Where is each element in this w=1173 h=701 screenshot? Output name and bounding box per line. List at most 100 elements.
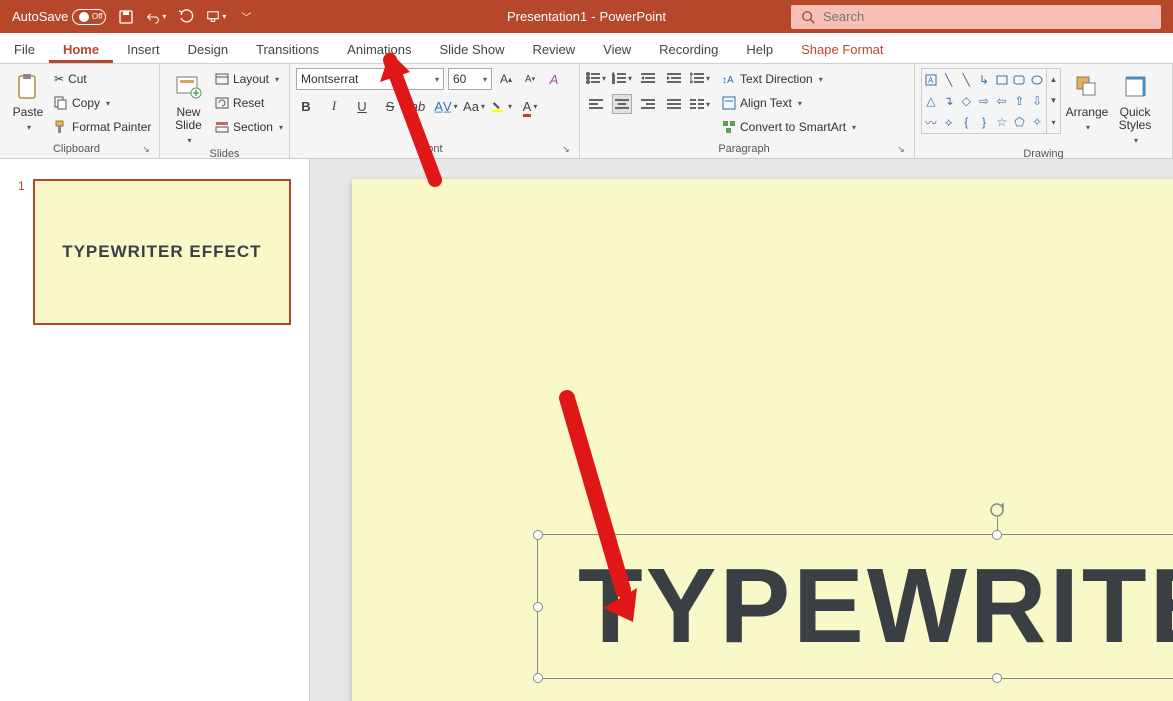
tab-insert[interactable]: Insert: [113, 36, 174, 63]
thumbnail-pane[interactable]: 1 TYPEWRITER EFFECT: [0, 159, 310, 701]
shape-arrowdown-icon[interactable]: ⇩: [1028, 90, 1046, 111]
underline-button[interactable]: U: [352, 96, 372, 116]
paste-button[interactable]: Paste▾: [6, 68, 50, 134]
grow-font-button[interactable]: A▴: [496, 69, 516, 89]
change-case-button[interactable]: Aa▾: [464, 96, 484, 116]
shape-line-icon[interactable]: ╲: [940, 69, 958, 90]
align-right-button[interactable]: [638, 94, 658, 114]
numbering-button[interactable]: 123▾: [612, 68, 632, 88]
font-name-value: Montserrat: [301, 72, 358, 86]
app-name: PowerPoint: [600, 9, 666, 24]
font-size-combo[interactable]: 60▾: [448, 68, 492, 90]
align-left-button[interactable]: [586, 94, 606, 114]
bold-button[interactable]: B: [296, 96, 316, 116]
clipboard-launcher[interactable]: ↘: [139, 142, 153, 156]
handle-tl[interactable]: [533, 530, 543, 540]
line-spacing-button[interactable]: ▾: [690, 68, 710, 88]
shape-rect-icon[interactable]: [993, 69, 1011, 90]
handle-bm[interactable]: [992, 673, 1002, 683]
from-beginning-icon[interactable]: ▾: [206, 7, 226, 27]
font-size-value: 60: [453, 72, 466, 86]
shape-gallery[interactable]: A ╲ ╲ ↳ △ ↴ ◇ ⇨ ⇦ ⇧ ⇩ 〰 ⟡ {: [921, 68, 1061, 134]
handle-tm[interactable]: [992, 530, 1002, 540]
increase-indent-button[interactable]: [664, 68, 684, 88]
shape-oval-icon[interactable]: [1028, 69, 1046, 90]
shape-freeform-icon[interactable]: ⟡: [940, 112, 958, 133]
reset-button[interactable]: Reset: [215, 92, 283, 114]
columns-button[interactable]: ▾: [690, 94, 710, 114]
quick-styles-button[interactable]: Quick Styles▾: [1113, 68, 1157, 147]
layout-label: Layout: [233, 72, 269, 86]
font-color-button[interactable]: A▾: [520, 96, 540, 116]
gallery-up-icon[interactable]: ▲: [1047, 69, 1060, 90]
shape-triangle-icon[interactable]: △: [922, 90, 940, 111]
tab-help[interactable]: Help: [732, 36, 787, 63]
italic-button[interactable]: I: [324, 96, 344, 116]
section-label: Section: [233, 120, 273, 134]
tab-view[interactable]: View: [589, 36, 645, 63]
tab-recording[interactable]: Recording: [645, 36, 732, 63]
shape-arrowup-icon[interactable]: ⇧: [1011, 90, 1029, 111]
shape-elbow-icon[interactable]: ↴: [940, 90, 958, 111]
shape-roundrect-icon[interactable]: [1011, 69, 1029, 90]
autosave-label: AutoSave: [12, 9, 68, 24]
shape-brace-r-icon[interactable]: }: [975, 112, 993, 133]
justify-button[interactable]: [664, 94, 684, 114]
autosave-toggle[interactable]: AutoSave Off: [12, 9, 106, 25]
slide-number: 1: [18, 179, 25, 325]
shape-connector-icon[interactable]: ↳: [975, 69, 993, 90]
shape-star-icon[interactable]: ☆: [993, 112, 1011, 133]
shape-callout-icon[interactable]: ⬠: [1011, 112, 1029, 133]
shape-arrow-icon[interactable]: ⇨: [975, 90, 993, 111]
paragraph-launcher[interactable]: ↘: [894, 142, 908, 156]
align-text-button[interactable]: Align Text▾: [722, 92, 856, 114]
bullets-button[interactable]: ▾: [586, 68, 606, 88]
shrink-font-button[interactable]: A▾: [520, 69, 540, 89]
shape-textbox-icon[interactable]: A: [922, 69, 940, 90]
search-box[interactable]: [791, 5, 1161, 29]
slide[interactable]: TYPEWRITE: [352, 179, 1173, 701]
tab-shape-format[interactable]: Shape Format: [787, 36, 897, 63]
autosave-state: Off: [92, 12, 103, 21]
copy-button[interactable]: Copy▾: [54, 92, 151, 114]
decrease-indent-button[interactable]: [638, 68, 658, 88]
new-slide-button[interactable]: New Slide▾: [166, 68, 211, 147]
slide-thumbnail[interactable]: TYPEWRITER EFFECT: [33, 179, 291, 325]
tab-file[interactable]: File: [0, 36, 49, 63]
undo-icon[interactable]: ▾: [146, 7, 166, 27]
handle-bl[interactable]: [533, 673, 543, 683]
shape-brace-l-icon[interactable]: {: [957, 112, 975, 133]
shape-diamond-icon[interactable]: ◇: [957, 90, 975, 111]
search-input[interactable]: [823, 9, 1151, 24]
format-painter-button[interactable]: Format Painter: [54, 116, 151, 138]
highlight-button[interactable]: ▾: [492, 96, 512, 116]
shape-more-icon[interactable]: ✧: [1028, 112, 1046, 133]
text-direction-button[interactable]: ↕A Text Direction▾: [722, 68, 856, 90]
qat-customize-icon[interactable]: ﹀: [236, 7, 256, 27]
clear-formatting-button[interactable]: A: [544, 69, 564, 89]
cut-button[interactable]: ✂ Cut: [54, 68, 151, 90]
tab-home[interactable]: Home: [49, 36, 113, 63]
align-center-button[interactable]: [612, 94, 632, 114]
shape-arrowleft-icon[interactable]: ⇦: [993, 90, 1011, 111]
tab-review[interactable]: Review: [519, 36, 590, 63]
handle-ml[interactable]: [533, 602, 543, 612]
redo-icon[interactable]: [176, 7, 196, 27]
shape-curve-icon[interactable]: 〰: [922, 112, 940, 133]
rotate-handle[interactable]: [989, 502, 1005, 518]
tab-design[interactable]: Design: [174, 36, 242, 63]
section-button[interactable]: Section▾: [215, 116, 283, 138]
slide-canvas[interactable]: TYPEWRITE: [310, 159, 1173, 701]
save-icon[interactable]: [116, 7, 136, 27]
tab-transitions[interactable]: Transitions: [242, 36, 333, 63]
shape-line2-icon[interactable]: ╲: [957, 69, 975, 90]
gallery-down-icon[interactable]: ▼: [1047, 90, 1060, 111]
section-icon: [215, 121, 229, 133]
convert-smartart-button[interactable]: Convert to SmartArt▾: [722, 116, 856, 138]
font-launcher[interactable]: ↘: [559, 142, 573, 156]
window-title: Presentation1 - PowerPoint: [507, 9, 666, 24]
text-direction-label: Text Direction: [740, 72, 813, 86]
layout-button[interactable]: Layout▾: [215, 68, 283, 90]
arrange-button[interactable]: Arrange▾: [1065, 68, 1109, 134]
gallery-more-icon[interactable]: ▾: [1047, 112, 1060, 133]
